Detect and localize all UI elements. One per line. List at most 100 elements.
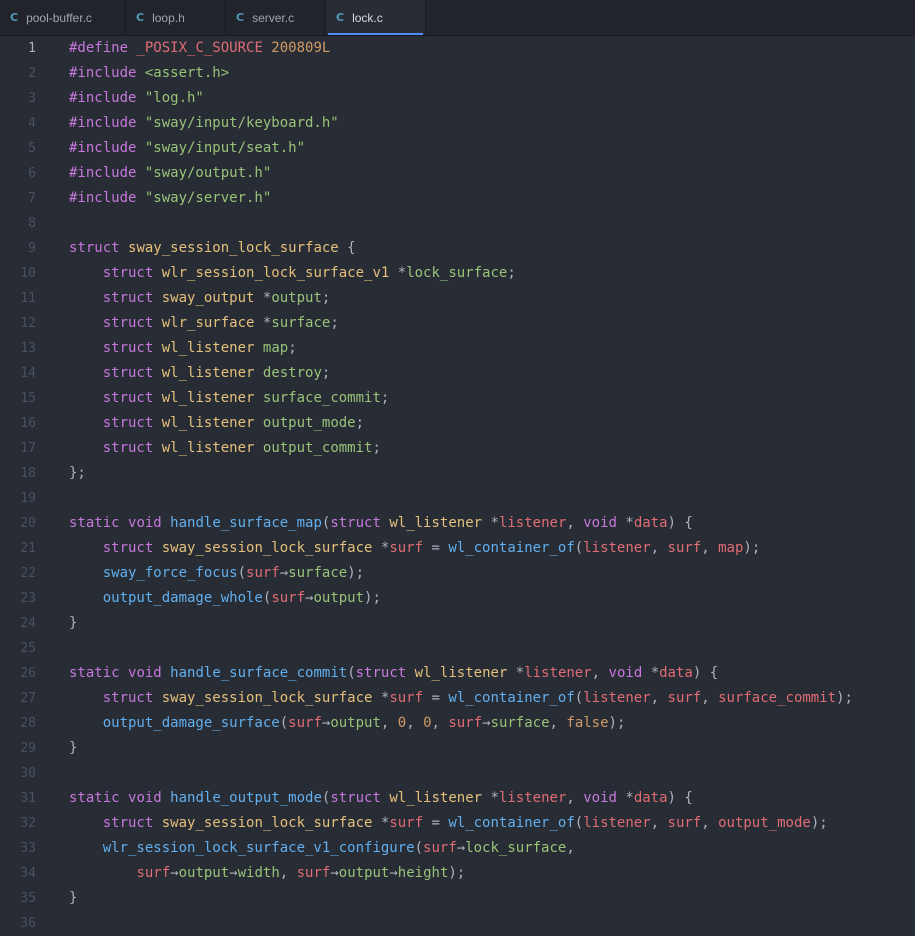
line-number: 18 bbox=[20, 466, 36, 481]
code-line[interactable]: 5 #include "sway/input/seat.h" bbox=[0, 136, 915, 161]
code-token: struct bbox=[102, 315, 162, 331]
line-number: 36 bbox=[20, 916, 36, 931]
code-line[interactable]: 34 surf→output→width, surf→output→height… bbox=[0, 861, 915, 886]
line-number: 11 bbox=[20, 291, 36, 306]
code-editor[interactable]: 1 #define _POSIX_C_SOURCE 200809L 2 #includ… bbox=[0, 36, 915, 935]
code-line[interactable]: 31 static void handle_output_mode(struct … bbox=[0, 786, 915, 811]
code-text: struct sway_session_lock_surface { bbox=[69, 236, 356, 261]
code-token: surface_commit bbox=[262, 390, 381, 406]
code-token: * bbox=[625, 790, 634, 806]
code-text: } bbox=[69, 886, 77, 911]
code-line[interactable]: 6 #include "sway/output.h" bbox=[0, 161, 915, 186]
code-line[interactable]: 35} bbox=[0, 886, 915, 911]
code-line[interactable]: 23 output_damage_whole(surf→output); bbox=[0, 586, 915, 611]
code-token: static bbox=[69, 515, 129, 531]
line-number: 16 bbox=[20, 416, 36, 431]
code-line[interactable]: 22 sway_force_focus(surf→surface); bbox=[0, 561, 915, 586]
code-line[interactable]: 25 bbox=[0, 636, 915, 661]
code-token: , bbox=[549, 715, 567, 731]
code-line[interactable]: 17 struct wl_listener output_commit; bbox=[0, 436, 915, 461]
code-line[interactable]: 3 #include "log.h" bbox=[0, 86, 915, 111]
code-line[interactable]: 4 #include "sway/input/keyboard.h" bbox=[0, 111, 915, 136]
code-token: ( bbox=[237, 565, 247, 581]
code-token: = bbox=[431, 540, 449, 556]
tab-server-c[interactable]: Cserver.c bbox=[226, 0, 326, 35]
code-line[interactable]: 33 wlr_session_lock_surface_v1_configure… bbox=[0, 836, 915, 861]
code-line[interactable]: 18}; bbox=[0, 461, 915, 486]
code-line[interactable]: 1 #define _POSIX_C_SOURCE 200809L bbox=[0, 36, 915, 61]
code-token: struct bbox=[355, 665, 415, 681]
code-line[interactable]: 16 struct wl_listener output_mode; bbox=[0, 411, 915, 436]
code-token: sway_session_lock_surface bbox=[161, 815, 381, 831]
code-line[interactable]: 28 output_damage_surface(surf→output, 0,… bbox=[0, 711, 915, 736]
code-token: lock_surface bbox=[406, 265, 508, 281]
code-line[interactable]: 9 struct sway_session_lock_surface { bbox=[0, 236, 915, 261]
code-line[interactable]: 7 #include "sway/server.h" bbox=[0, 186, 915, 211]
code-line[interactable]: 8 bbox=[0, 211, 915, 236]
code-token: #include bbox=[69, 115, 145, 131]
code-token: , bbox=[701, 540, 719, 556]
code-token: surface bbox=[271, 315, 331, 331]
tab-loop-h[interactable]: Cloop.h bbox=[126, 0, 226, 35]
code-text: #define _POSIX_C_SOURCE 200809L bbox=[69, 36, 330, 61]
code-line[interactable]: 2 #include <assert.h> bbox=[0, 61, 915, 86]
code-token: , bbox=[650, 815, 668, 831]
code-token: wl_listener bbox=[161, 440, 263, 456]
code-token: surface bbox=[490, 715, 550, 731]
code-text: struct wlr_surface *surface; bbox=[69, 311, 339, 336]
line-number: 26 bbox=[20, 666, 36, 681]
code-line[interactable]: 10 struct wlr_session_lock_surface_v1 *l… bbox=[0, 261, 915, 286]
code-token: ); bbox=[810, 815, 828, 831]
code-token: surf bbox=[423, 840, 457, 856]
code-token: } bbox=[69, 740, 78, 756]
code-token: surf bbox=[296, 865, 331, 881]
code-line[interactable]: 19 bbox=[0, 486, 915, 511]
code-line[interactable]: 30 bbox=[0, 761, 915, 786]
tab-lock-c[interactable]: Clock.c bbox=[326, 0, 426, 35]
tab-pool-buffer-c[interactable]: Cpool-buffer.c bbox=[0, 0, 126, 35]
code-line[interactable]: 15 struct wl_listener surface_commit; bbox=[0, 386, 915, 411]
code-token: wl_listener bbox=[389, 515, 491, 531]
code-line[interactable]: 12 struct wlr_surface *surface; bbox=[0, 311, 915, 336]
code-token: _POSIX_C_SOURCE bbox=[136, 40, 272, 56]
code-line[interactable]: 27 struct sway_session_lock_surface *sur… bbox=[0, 686, 915, 711]
code-token: "sway/server.h" bbox=[144, 190, 272, 206]
code-token: #include bbox=[69, 90, 145, 106]
code-token: ( bbox=[347, 665, 356, 681]
code-line[interactable]: 26 static void handle_surface_commit(stru… bbox=[0, 661, 915, 686]
code-line[interactable]: 20 static void handle_surface_map(struct … bbox=[0, 511, 915, 536]
code-token: → bbox=[170, 865, 179, 881]
code-token: ; bbox=[372, 440, 381, 456]
code-text: static void handle_surface_map(struct wl… bbox=[69, 511, 693, 536]
code-line[interactable]: 32 struct sway_session_lock_surface *sur… bbox=[0, 811, 915, 836]
code-token: wlr_surface bbox=[161, 315, 263, 331]
code-token: 200809L bbox=[271, 40, 331, 56]
line-number: 5 bbox=[28, 141, 36, 156]
code-token: ); bbox=[364, 590, 381, 606]
code-line[interactable]: 24} bbox=[0, 611, 915, 636]
code-token: handle_surface_map bbox=[170, 515, 322, 531]
code-token: wl_container_of bbox=[448, 690, 575, 706]
code-token: struct bbox=[102, 415, 162, 431]
code-line[interactable]: 29} bbox=[0, 736, 915, 761]
code-token: ); bbox=[836, 690, 853, 706]
code-line[interactable]: 14 struct wl_listener destroy; bbox=[0, 361, 915, 386]
code-line[interactable]: 21 struct sway_session_lock_surface *sur… bbox=[0, 536, 915, 561]
code-text: } bbox=[69, 736, 77, 761]
code-text: #include "sway/output.h" bbox=[69, 161, 271, 186]
code-line[interactable]: 13 struct wl_listener map; bbox=[0, 336, 915, 361]
code-token: struct bbox=[102, 265, 162, 281]
code-text: sway_force_focus(surf→surface); bbox=[69, 561, 364, 586]
line-number: 8 bbox=[28, 216, 36, 231]
code-line[interactable]: 36 bbox=[0, 911, 915, 936]
code-token: = bbox=[431, 815, 449, 831]
code-line[interactable]: 11 struct sway_output *output; bbox=[0, 286, 915, 311]
line-number: 25 bbox=[20, 641, 36, 656]
